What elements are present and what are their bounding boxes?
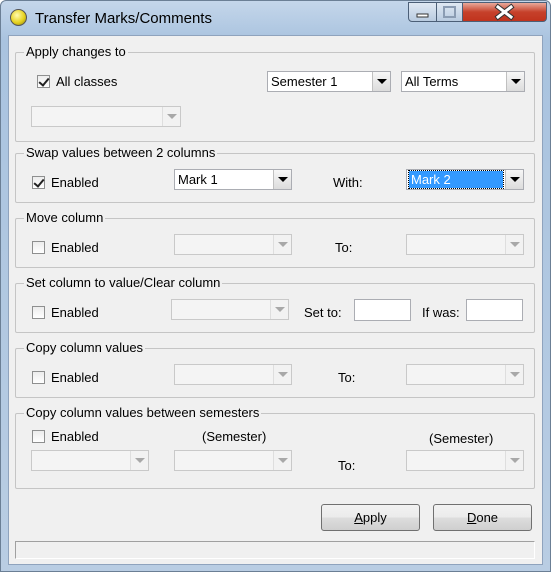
set-column-legend: Set column to value/Clear column xyxy=(24,275,223,290)
move-column-group: Move column Enabled To: xyxy=(15,210,535,268)
apply-mnemonic: A xyxy=(354,510,363,525)
copy-enabled-checkbox[interactable] xyxy=(32,371,45,384)
swap-enabled-label: Enabled xyxy=(51,175,99,190)
swap-group: Swap values between 2 columns Enabled Ma… xyxy=(15,145,535,203)
chevron-down-icon[interactable] xyxy=(372,72,390,91)
semester-label-2: (Semester) xyxy=(429,431,494,446)
chevron-down-icon[interactable] xyxy=(505,365,523,384)
copy-semesters-enabled-label: Enabled xyxy=(51,429,99,444)
terms-select[interactable]: All Terms xyxy=(401,71,525,92)
copy-semesters-enabled-checkbox[interactable] xyxy=(32,430,45,443)
swap-column-b-value: Mark 2 xyxy=(408,170,504,189)
copy-semesters-to-select[interactable] xyxy=(406,450,524,471)
title-bar[interactable]: Transfer Marks/Comments xyxy=(1,1,550,35)
close-button[interactable] xyxy=(462,2,547,22)
chevron-down-icon[interactable] xyxy=(505,235,523,254)
if-was-input[interactable] xyxy=(466,299,523,321)
maximize-button[interactable] xyxy=(436,2,463,22)
move-from-select[interactable] xyxy=(174,234,292,255)
done-button[interactable]: Done xyxy=(433,504,532,531)
move-to-select[interactable] xyxy=(406,234,524,255)
all-classes-label: All classes xyxy=(56,74,118,89)
close-icon xyxy=(494,3,515,21)
move-to-label: To: xyxy=(335,240,353,255)
chevron-down-icon[interactable] xyxy=(273,365,291,384)
done-label-rest: one xyxy=(476,510,499,525)
status-bar xyxy=(15,541,535,559)
swap-column-a-value: Mark 1 xyxy=(178,172,218,187)
dialog-window: Transfer Marks/Comments Apply changes to… xyxy=(0,0,551,572)
swap-legend: Swap values between 2 columns xyxy=(24,145,218,160)
semester-value: Semester 1 xyxy=(271,74,338,89)
chevron-down-icon[interactable] xyxy=(270,300,288,319)
copy-semesters-legend: Copy column values between semesters xyxy=(24,405,262,420)
chevron-down-icon[interactable] xyxy=(505,170,523,189)
chevron-down-icon[interactable] xyxy=(505,451,523,470)
set-enabled-checkbox[interactable] xyxy=(32,306,45,319)
maximize-icon xyxy=(443,6,456,18)
chevron-down-icon[interactable] xyxy=(130,451,148,470)
apply-changes-group: Apply changes to All classes Semester 1 … xyxy=(15,44,535,142)
copy-column-legend: Copy column values xyxy=(24,340,146,355)
window-title: Transfer Marks/Comments xyxy=(35,10,212,27)
copy-semesters-column-select[interactable] xyxy=(31,450,149,471)
terms-value: All Terms xyxy=(405,74,459,89)
all-classes-checkbox[interactable] xyxy=(37,75,50,88)
set-column-select[interactable] xyxy=(171,299,289,320)
minimize-button[interactable] xyxy=(408,2,437,22)
chevron-down-icon[interactable] xyxy=(506,72,524,91)
swap-column-b-select[interactable]: Mark 2 xyxy=(406,169,524,190)
copy-column-group: Copy column values Enabled To: xyxy=(15,340,535,398)
apply-button[interactable]: Apply xyxy=(321,504,420,531)
copy-semesters-to-label: To: xyxy=(338,458,356,473)
chevron-down-icon[interactable] xyxy=(273,451,291,470)
swap-enabled-checkbox[interactable] xyxy=(32,176,45,189)
copy-to-select[interactable] xyxy=(406,364,524,385)
semester-label-1: (Semester) xyxy=(202,429,267,444)
copy-to-label: To: xyxy=(338,370,356,385)
chevron-down-icon[interactable] xyxy=(273,170,291,189)
swap-with-label: With: xyxy=(333,175,363,190)
semester-select[interactable]: Semester 1 xyxy=(267,71,391,92)
chevron-down-icon[interactable] xyxy=(273,235,291,254)
copy-enabled-label: Enabled xyxy=(51,370,99,385)
class-select[interactable] xyxy=(31,106,181,127)
dialog-client: Apply changes to All classes Semester 1 … xyxy=(8,35,543,565)
set-to-input[interactable] xyxy=(354,299,411,321)
copy-semesters-group: Copy column values between semesters Ena… xyxy=(15,405,535,489)
set-to-label: Set to: xyxy=(304,305,342,320)
done-mnemonic: D xyxy=(466,510,477,525)
set-enabled-label: Enabled xyxy=(51,305,99,320)
chevron-down-icon[interactable] xyxy=(162,107,180,126)
apply-label-rest: pply xyxy=(362,510,387,525)
swap-column-a-select[interactable]: Mark 1 xyxy=(174,169,292,190)
apply-changes-legend: Apply changes to xyxy=(24,44,128,59)
app-icon xyxy=(10,9,27,26)
copy-from-select[interactable] xyxy=(174,364,292,385)
move-enabled-checkbox[interactable] xyxy=(32,241,45,254)
copy-semesters-from-select[interactable] xyxy=(174,450,292,471)
move-enabled-label: Enabled xyxy=(51,240,99,255)
minimize-icon xyxy=(416,13,429,18)
set-column-group: Set column to value/Clear column Enabled… xyxy=(15,275,535,333)
move-column-legend: Move column xyxy=(24,210,106,225)
if-was-label: If was: xyxy=(422,305,460,320)
